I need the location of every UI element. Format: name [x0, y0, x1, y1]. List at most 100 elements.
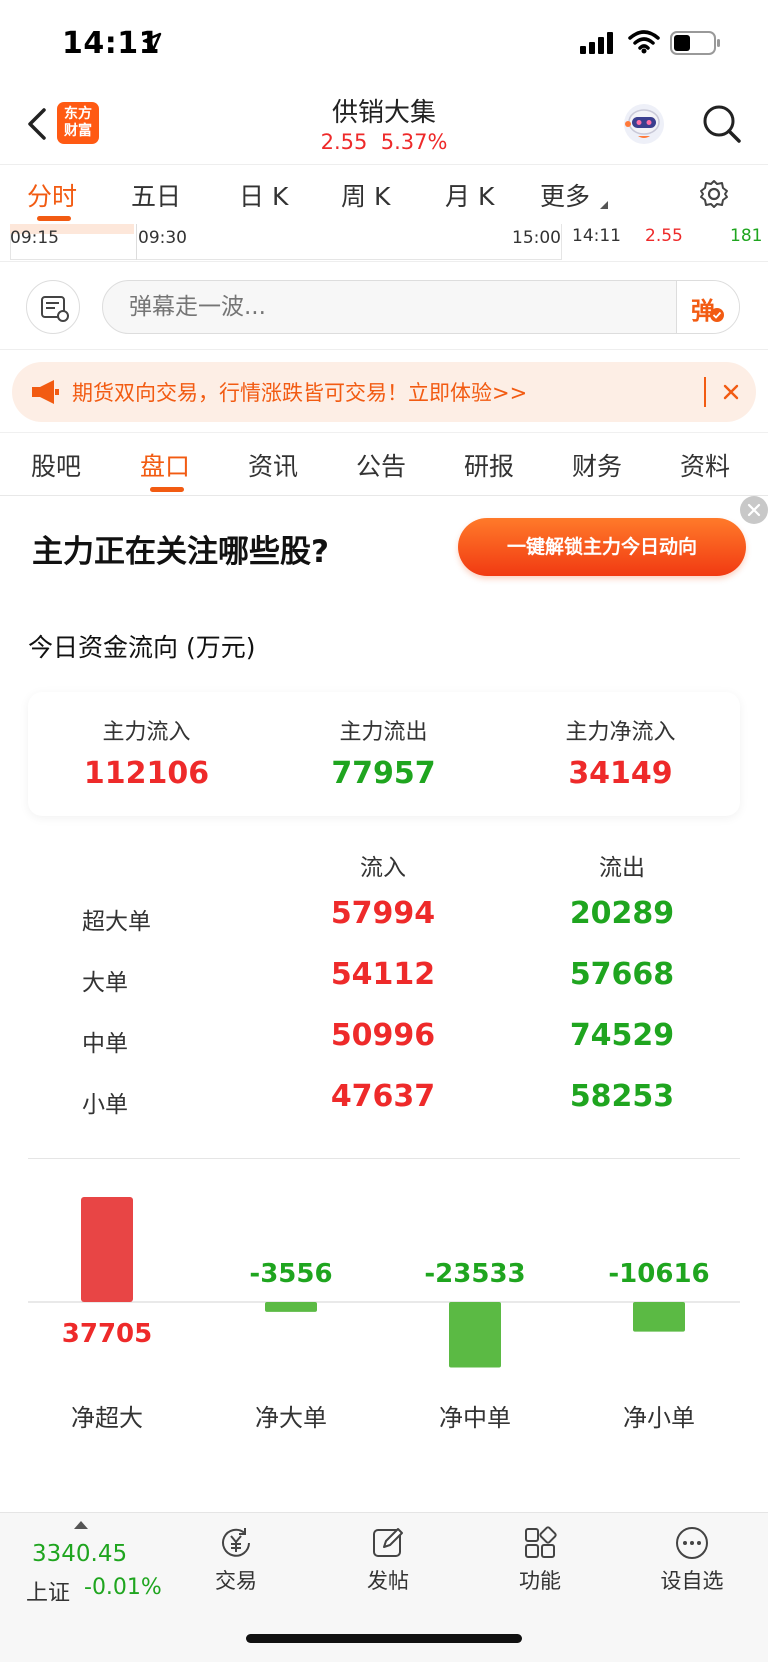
main-inflow-label: 主力流入: [102, 720, 191, 745]
danmu-bar: 弹: [0, 262, 768, 350]
bar-value-label: -3556: [249, 1259, 332, 1289]
wifi-icon: [628, 30, 660, 54]
nav-post-label: 发帖: [367, 1569, 409, 1593]
current-price: 2.55: [645, 226, 683, 246]
bar-净超大: [81, 1197, 133, 1302]
status-bar: 14:11: [0, 0, 768, 88]
main-outflow-label: 主力流出: [339, 720, 428, 745]
nav-post[interactable]: 发帖: [338, 1525, 438, 1595]
net-flow-bar-chart: 37705 净超大 -3556 净大单 -23533 净中单 -10616 净小单: [28, 1197, 740, 1432]
col-outflow: 流出: [599, 855, 645, 881]
tab-research[interactable]: 研报: [464, 447, 514, 483]
tab-forum[interactable]: 股吧: [31, 447, 81, 483]
time-start: 09:15: [10, 228, 59, 248]
stock-header: 东方 财富 供销大集 2.55 5.37%: [0, 88, 768, 164]
fund-flow-summary-card: 主力流入 112106 主力流出 77957 主力净流入 34149: [28, 692, 740, 816]
nav-trade[interactable]: 交易: [186, 1525, 286, 1595]
trade-icon: [222, 1528, 250, 1557]
index-name[interactable]: 上证: [26, 1575, 70, 1607]
tab-intraday[interactable]: 分时: [27, 177, 77, 213]
time-open: 09:30: [138, 228, 187, 248]
search-icon[interactable]: [700, 102, 744, 146]
close-icon: [747, 503, 761, 517]
tab-more[interactable]: 更多: [540, 177, 608, 213]
fund-flow-title: 今日资金流向 (万元): [28, 633, 256, 662]
main-net-inflow-label: 主力净流入: [565, 720, 676, 745]
functions-icon: [525, 1526, 557, 1558]
tab-order-book[interactable]: 盘口: [140, 447, 190, 483]
bar-category-label: 净超大: [71, 1404, 143, 1432]
nav-trade-label: 交易: [215, 1569, 257, 1593]
tab-finance[interactable]: 财务: [572, 447, 622, 483]
super-large-in: 57994: [330, 896, 436, 931]
row-label-large: 大单: [82, 970, 128, 996]
tab-weekly-k[interactable]: 周 K: [341, 177, 390, 213]
promo-separator: [704, 377, 706, 407]
danmu-settings-button[interactable]: [26, 280, 80, 334]
current-time: 14:11: [572, 226, 621, 246]
danmu-toggle-button[interactable]: 弹: [676, 281, 739, 333]
main-inflow: 主力流入 112106: [28, 714, 265, 791]
main-outflow-value: 77957: [331, 756, 436, 791]
unlock-main-force-button[interactable]: 一键解锁主力今日动向: [458, 518, 746, 576]
bar-value-label: -23533: [424, 1259, 525, 1289]
bar-category-label: 净大单: [255, 1404, 327, 1432]
nav-functions[interactable]: 功能: [490, 1525, 590, 1595]
home-indicator[interactable]: [246, 1634, 522, 1643]
bar-value-label: -10616: [608, 1259, 709, 1289]
active-tab-indicator: [37, 216, 71, 221]
active-tab-indicator: [150, 487, 184, 492]
close-icon[interactable]: [714, 374, 748, 410]
order-size-table: 流入 流出 超大单 57994 20289 大单 54112 57668 中单 …: [0, 840, 768, 1140]
medium-out: 74529: [569, 1018, 675, 1053]
cellular-signal-icon: [580, 32, 613, 54]
super-large-out: 20289: [569, 896, 675, 931]
bar-category-label: 净中单: [439, 1404, 511, 1432]
large-out: 57668: [569, 957, 675, 992]
ad-close-button[interactable]: [740, 496, 768, 524]
index-value[interactable]: 3340.45: [32, 1541, 127, 1567]
chart-period-tabs: 分时 五日 日 K 周 K 月 K 更多: [0, 164, 768, 224]
small-in: 47637: [330, 1079, 436, 1114]
promo-text: 期货双向交易，行情涨跌皆可交易！立即体验>>: [72, 381, 528, 405]
tab-more-label: 更多: [540, 182, 591, 211]
tab-daily-k[interactable]: 日 K: [239, 177, 288, 213]
nav-add-watchlist[interactable]: 设自选: [642, 1525, 742, 1595]
promo-banner[interactable]: 期货双向交易，行情涨跌皆可交易！立即体验>>: [12, 362, 756, 422]
megaphone-icon: [32, 380, 59, 404]
bar-净小单: [633, 1302, 685, 1332]
stock-change-pct: 5.37%: [380, 130, 448, 154]
add-watchlist-icon: [676, 1527, 708, 1559]
small-out: 58253: [569, 1079, 675, 1114]
chart-divider: [136, 224, 137, 260]
tab-news[interactable]: 资讯: [248, 447, 298, 483]
row-label-medium: 中单: [82, 1031, 128, 1057]
battery-icon: [670, 31, 720, 55]
main-net-inflow: 主力净流入 34149: [502, 714, 739, 791]
tab-monthly-k[interactable]: 月 K: [445, 177, 494, 213]
caret-icon: [599, 201, 608, 209]
gear-icon[interactable]: [698, 178, 730, 210]
bar-净中单: [449, 1302, 501, 1368]
nav-functions-label: 功能: [519, 1569, 561, 1593]
intraday-timeline: 09:15 09:30 15:00 14:11 2.55 181: [0, 224, 768, 262]
time-close: 15:00: [512, 228, 561, 248]
stock-info-tabs: 股吧 盘口 资讯 公告 研报 财务 资料: [0, 432, 768, 496]
nav-add-watchlist-label: 设自选: [660, 1569, 724, 1593]
ad-title: 主力正在关注哪些股?: [32, 534, 329, 570]
tab-five-day[interactable]: 五日: [131, 177, 181, 213]
medium-in: 50996: [330, 1018, 436, 1053]
bar-value-label: 37705: [62, 1319, 152, 1349]
tab-announcements[interactable]: 公告: [356, 447, 406, 483]
row-label-super-large: 超大单: [82, 909, 151, 935]
tab-profile[interactable]: 资料: [680, 447, 730, 483]
section-divider: [28, 1158, 740, 1159]
col-inflow: 流入: [360, 855, 406, 881]
index-change[interactable]: -0.01%: [84, 1575, 162, 1600]
danmu-settings-icon: [41, 296, 69, 322]
robot-assistant-icon[interactable]: [622, 102, 666, 146]
caret-up-icon[interactable]: [74, 1521, 88, 1529]
stock-price: 2.55: [320, 130, 368, 154]
danmu-input[interactable]: [102, 280, 740, 334]
row-label-small: 小单: [82, 1092, 128, 1118]
